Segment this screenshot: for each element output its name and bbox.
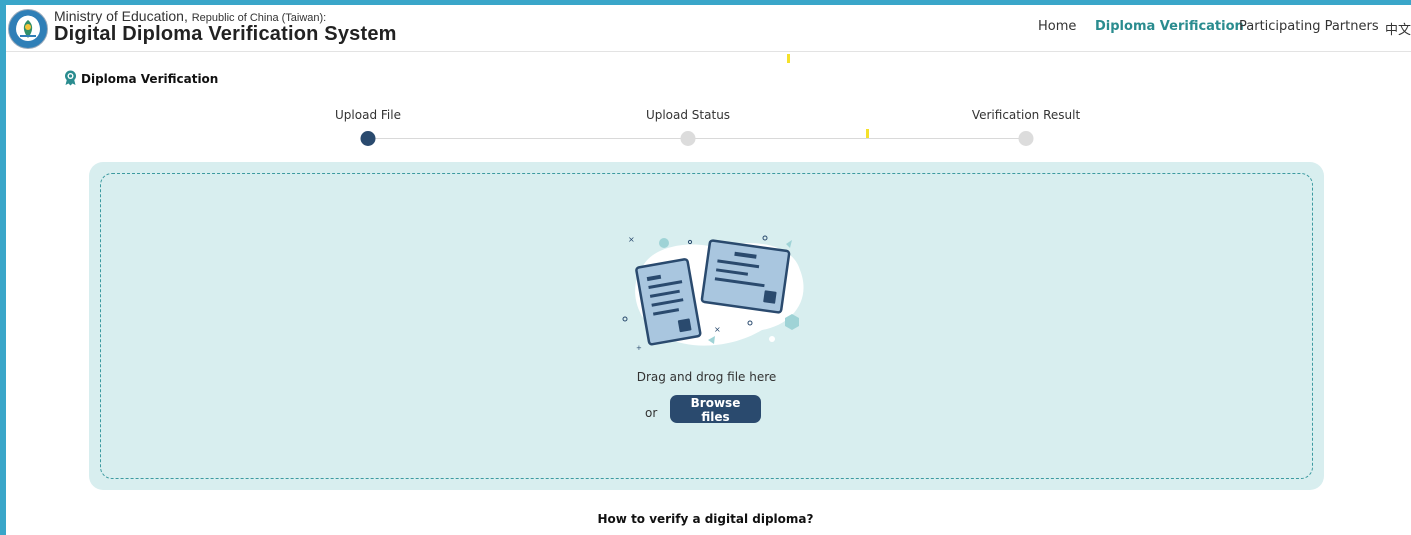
top-header: Ministry of Education, Republic of China… [6,5,1411,52]
section-title-text: Diploma Verification [81,72,219,86]
window-frame-left [0,0,6,535]
documents-illustration-icon: × × + [616,230,822,359]
nav-home[interactable]: Home [1038,19,1076,34]
step-dot-verification-result [1018,131,1034,146]
progress-stepper: Upload File Upload Status Verification R… [0,100,1411,150]
file-dropzone[interactable]: × × + Drag and drog file here or Browse … [89,162,1324,490]
stepper-track [368,138,1026,139]
browse-files-button[interactable]: Browse files [670,395,761,424]
nav-diploma-verification[interactable]: Diploma Verification [1095,19,1244,34]
section-heading: Diploma Verification [64,70,218,89]
or-separator: or [645,406,658,420]
svg-text:×: × [714,325,721,334]
step-label-verification-result: Verification Result [971,108,1081,122]
award-ribbon-icon [64,70,77,89]
nav-language-chinese[interactable]: 中文 [1385,19,1411,38]
svg-text:×: × [628,235,635,244]
nav-participating-partners[interactable]: Participating Partners [1239,19,1379,34]
drag-drop-instruction: Drag and drog file here [636,370,777,384]
yellow-marker-2 [866,129,869,138]
dropzone-dashed-area[interactable]: × × + Drag and drog file here or Browse … [100,173,1313,479]
step-label-upload-status: Upload Status [645,108,731,122]
how-to-verify-heading: How to verify a digital diploma? [597,512,814,526]
step-dot-upload-file [360,131,376,146]
svg-text:+: + [636,344,642,352]
step-dot-upload-status [680,131,696,146]
yellow-marker [787,54,790,63]
step-label-upload-file: Upload File [335,108,401,122]
main-nav: Home Diploma Verification Participating … [6,19,1411,39]
